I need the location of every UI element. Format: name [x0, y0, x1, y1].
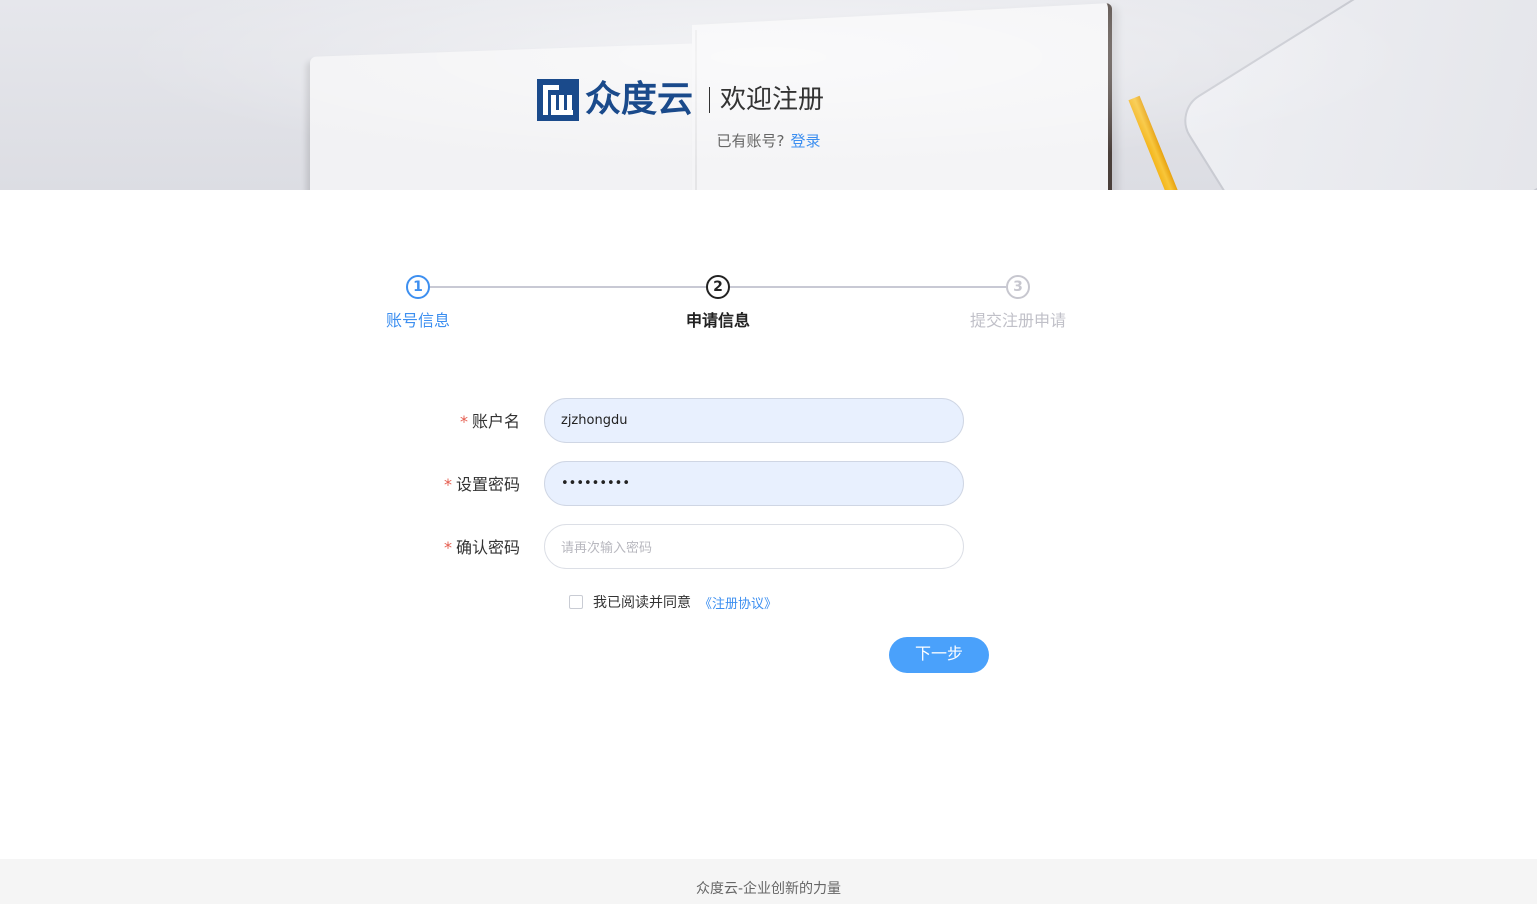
account-value: zjzhongdu	[561, 412, 628, 428]
password-value: •••••••••	[561, 475, 631, 491]
step-submit: 3 提交注册申请	[948, 275, 1088, 331]
step-number: 2	[706, 275, 730, 299]
agreement-link[interactable]: 《注册协议》	[699, 593, 777, 612]
agree-text: 我已阅读并同意	[593, 595, 691, 611]
account-label: * 账户名	[420, 408, 544, 432]
required-mark: *	[459, 412, 468, 431]
brand: 众度云 欢迎注册	[537, 78, 824, 122]
brand-logo-icon	[537, 79, 579, 121]
agree-checkbox[interactable]	[569, 595, 583, 609]
step-number: 3	[1006, 275, 1030, 299]
account-label-text: 账户名	[471, 412, 520, 431]
brand-name: 众度云	[585, 79, 694, 120]
account-row: * 账户名 zjzhongdu	[420, 397, 990, 443]
confirm-password-label-text: 确认密码	[455, 538, 520, 557]
step-label: 申请信息	[685, 311, 750, 330]
brand-divider	[709, 87, 711, 113]
footer-text: 众度云-企业创新的力量	[695, 881, 842, 897]
password-label: * 设置密码	[420, 471, 544, 495]
header-banner: 众度云 欢迎注册 已有账号? 登录	[0, 0, 1537, 190]
step-application-info: 2 申请信息	[648, 275, 788, 331]
login-prompt: 已有账号?	[716, 132, 785, 150]
registration-steps: 1 账号信息 2 申请信息 3 提交注册申请	[380, 275, 1066, 335]
required-mark: *	[443, 538, 452, 557]
password-label-text: 设置密码	[455, 475, 520, 494]
account-input[interactable]: zjzhongdu	[544, 397, 964, 443]
footer: 众度云-企业创新的力量	[0, 859, 1537, 904]
confirm-password-input[interactable]: 请再次输入密码	[544, 523, 964, 569]
confirm-password-row: * 确认密码 请再次输入密码	[420, 523, 990, 569]
next-step-button[interactable]: 下一步	[889, 637, 989, 673]
agreement-row: 我已阅读并同意 《注册协议》	[569, 592, 777, 612]
step-account-info: 1 账号信息	[348, 275, 488, 331]
password-input[interactable]: •••••••••	[544, 460, 964, 506]
required-mark: *	[443, 475, 452, 494]
login-link[interactable]: 登录	[790, 132, 820, 150]
login-hint: 已有账号? 登录	[0, 130, 1537, 151]
step-label: 账号信息	[385, 311, 450, 330]
confirm-password-label: * 确认密码	[420, 534, 544, 558]
step-label: 提交注册申请	[969, 311, 1066, 330]
step-number: 1	[406, 275, 430, 299]
password-row: * 设置密码 •••••••••	[420, 460, 990, 506]
page-title: 欢迎注册	[720, 85, 825, 115]
confirm-password-placeholder: 请再次输入密码	[561, 540, 653, 556]
